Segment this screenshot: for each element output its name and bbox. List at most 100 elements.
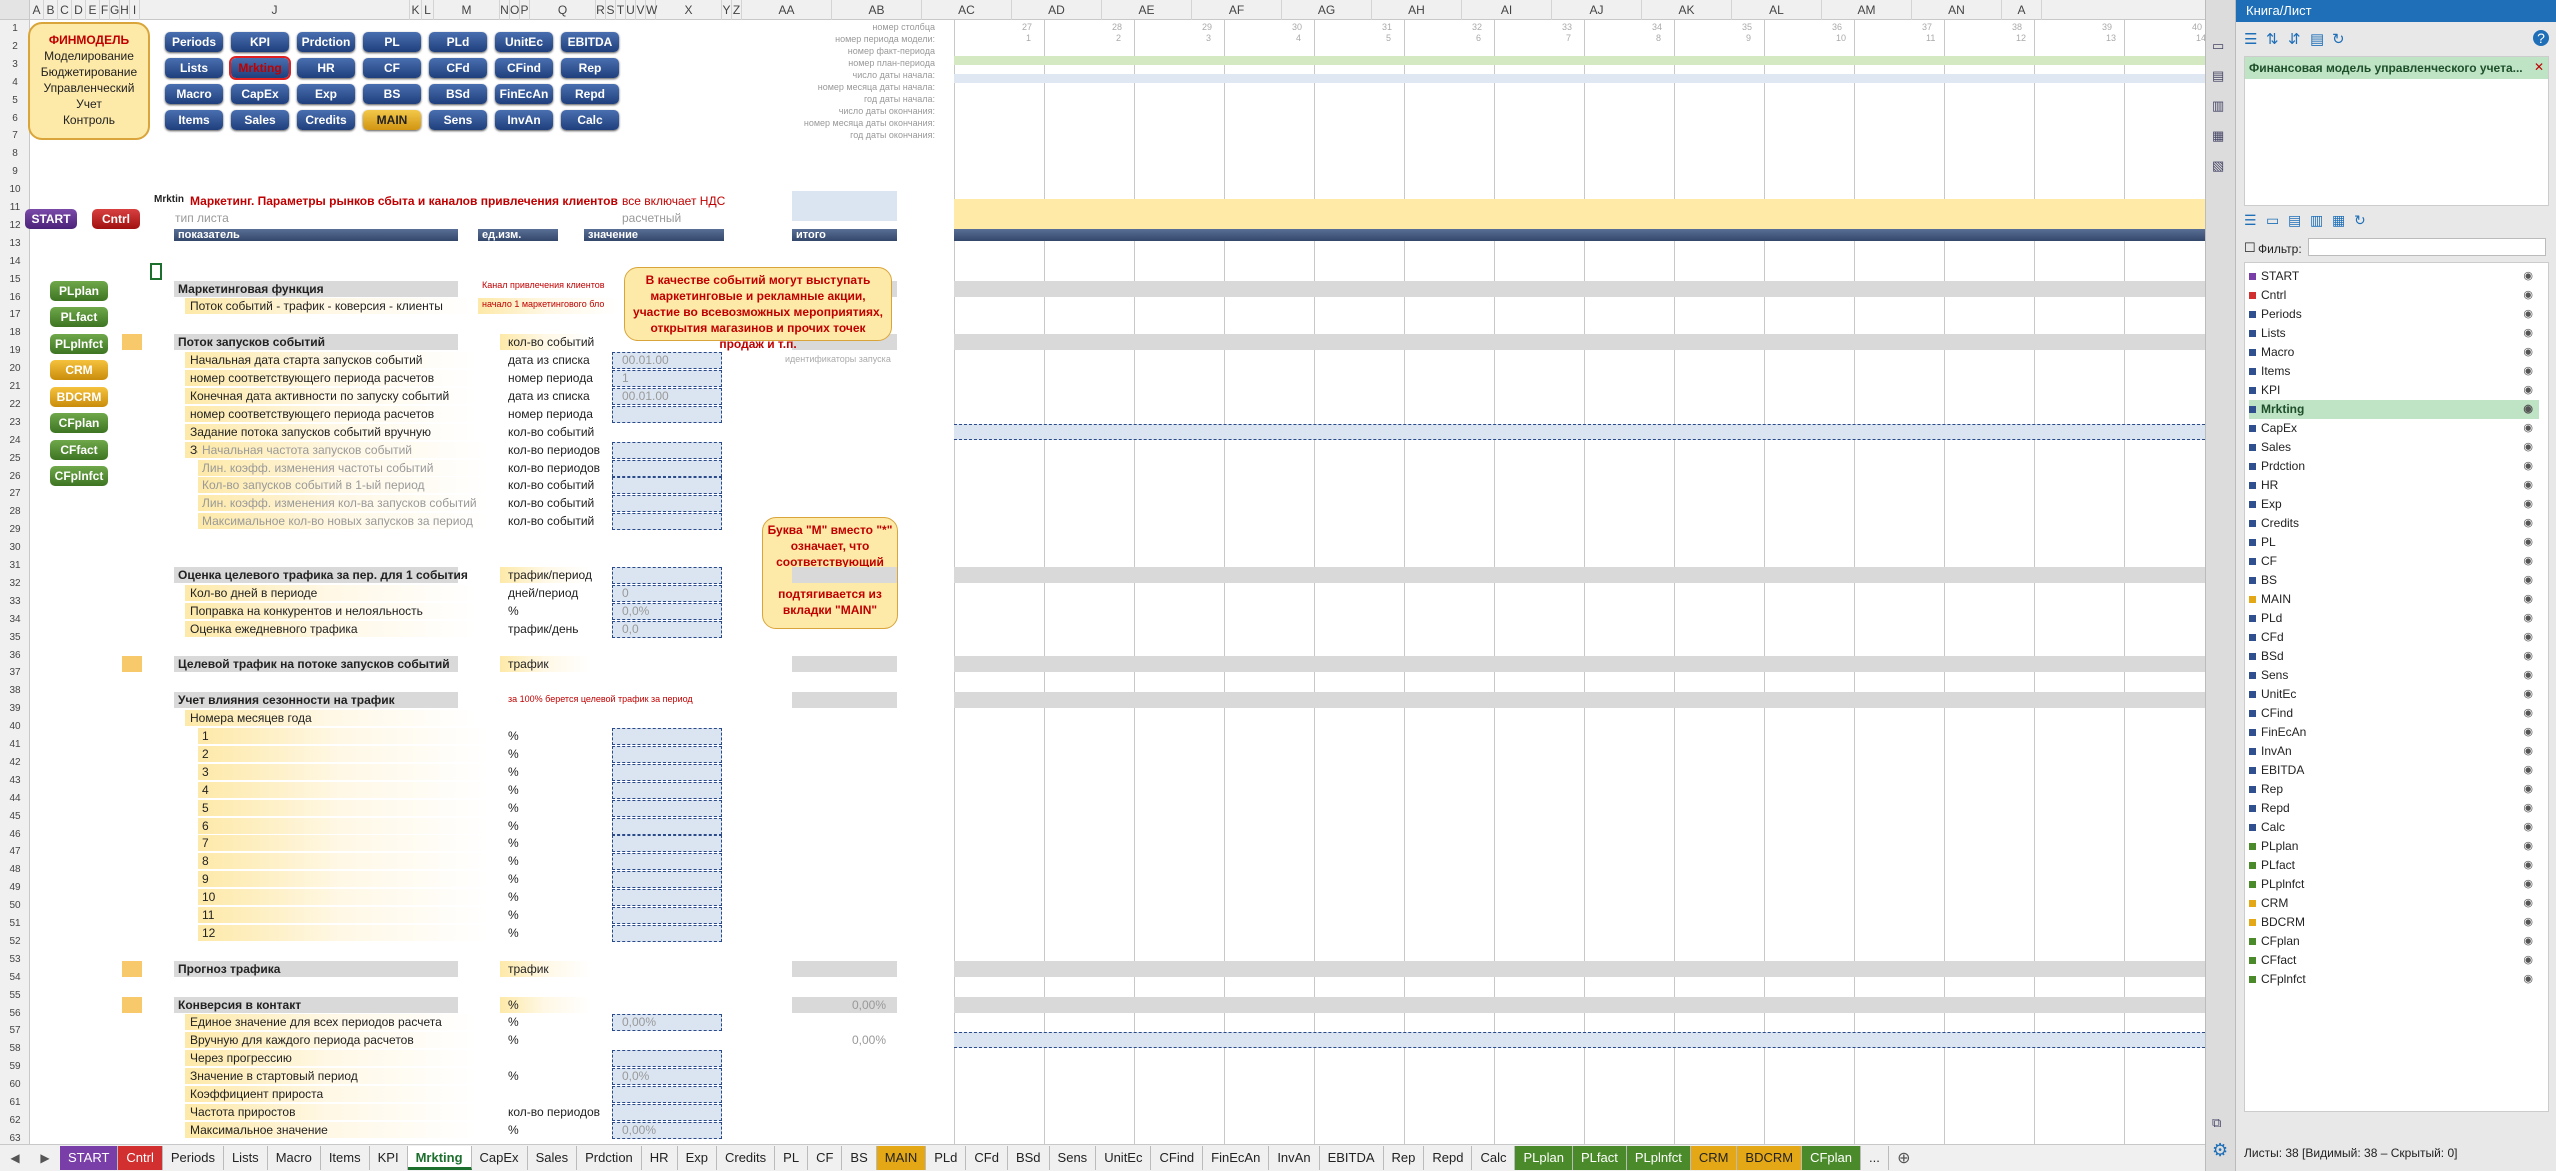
eye-icon[interactable]: ◉ [2523,932,2533,951]
sheet-list-item[interactable]: BS ◉ [2249,571,2539,590]
tab-scroll-right-icon[interactable]: ▶ [30,1151,60,1165]
eye-icon[interactable]: ◉ [2523,913,2533,932]
column-header[interactable]: M [434,0,500,20]
row-header[interactable]: 49 [0,879,30,897]
column-header[interactable]: B [44,0,58,20]
column-header[interactable]: AD [1012,0,1102,20]
tab-scroll-left-icon[interactable]: ◀ [0,1151,30,1165]
row-header[interactable]: 18 [0,324,30,342]
season-input[interactable] [612,835,722,853]
eye-icon[interactable]: ◉ [2523,514,2533,533]
eye-icon[interactable]: ◉ [2523,742,2533,761]
column-header[interactable]: E [86,0,100,20]
row-header[interactable]: 31 [0,557,30,575]
row-header[interactable]: 36 [0,647,30,665]
tab-repd[interactable]: Repd [1424,1146,1473,1170]
column-header[interactable]: Y [722,0,732,20]
sheet-list-item[interactable]: PLfact ◉ [2249,856,2539,875]
column-header[interactable]: V [636,0,646,20]
book-item[interactable]: Финансовая модель управленческого учета.… [2245,57,2548,79]
nav-button-hr[interactable]: HR [297,58,355,78]
book-close-icon[interactable]: ✕ [2534,60,2544,74]
row-header[interactable]: 28 [0,503,30,521]
sheet-list-item[interactable]: Sens ◉ [2249,666,2539,685]
row-header[interactable]: 62 [0,1112,30,1130]
column-header[interactable]: AA [742,0,832,20]
tab-unitec[interactable]: UnitEc [1096,1146,1152,1170]
sheet-list-item[interactable]: MAIN ◉ [2249,590,2539,609]
sheet-list-item[interactable]: PL ◉ [2249,533,2539,552]
row-header[interactable]: 30 [0,539,30,557]
row-header[interactable]: 35 [0,629,30,647]
column-header[interactable]: D [72,0,86,20]
eye-icon[interactable]: ◉ [2523,533,2533,552]
sheet-list-item[interactable]: InvAn ◉ [2249,742,2539,761]
nav-button-unitec[interactable]: UnitEc [495,32,553,52]
tab-kpi[interactable]: KPI [370,1146,408,1170]
sheet-toolbar-icon[interactable]: ☰ [2244,212,2257,229]
panel-tool-icon[interactable]: ▭ [2212,38,2230,54]
tab-capex[interactable]: CapEx [472,1146,528,1170]
nav-button-rep[interactable]: Rep [561,58,619,78]
row-header[interactable]: 33 [0,593,30,611]
row-header[interactable]: 46 [0,826,30,844]
tab-items[interactable]: Items [321,1146,370,1170]
row-header[interactable]: 47 [0,843,30,861]
tab-pld[interactable]: PLd [926,1146,967,1170]
row-header[interactable]: 45 [0,808,30,826]
column-header[interactable]: AH [1372,0,1462,20]
sheet-list-item[interactable]: Lists ◉ [2249,324,2539,343]
row-header[interactable]: 53 [0,951,30,969]
column-header[interactable]: AG [1282,0,1372,20]
prog-input[interactable] [612,513,722,531]
conv-input[interactable] [612,1050,722,1068]
panel-tool-icon[interactable]: ▧ [2212,158,2230,174]
tab-sens[interactable]: Sens [1050,1146,1097,1170]
start-button[interactable]: START [25,208,77,229]
row-header[interactable]: 9 [0,163,30,181]
nav-button-prdction[interactable]: Prdction [297,32,355,52]
eye-icon[interactable]: ◉ [2523,324,2533,343]
tab-periods[interactable]: Periods [163,1146,224,1170]
sheet-list-item[interactable]: PLplan ◉ [2249,837,2539,856]
sheet-list-item[interactable]: Repd ◉ [2249,799,2539,818]
eye-icon[interactable]: ◉ [2523,457,2533,476]
nav-button-repd[interactable]: Repd [561,84,619,104]
eye-icon[interactable]: ◉ [2523,381,2533,400]
column-header[interactable]: AE [1102,0,1192,20]
filter-input[interactable] [2308,238,2546,256]
sheet-list-item[interactable]: Items ◉ [2249,362,2539,381]
season-input[interactable] [612,763,722,781]
eye-icon[interactable]: ◉ [2523,799,2533,818]
eye-icon[interactable]: ◉ [2523,438,2533,457]
eye-icon[interactable]: ◉ [2523,343,2533,362]
column-header[interactable]: T [616,0,626,20]
nav-button-mrkting[interactable]: Mrkting [231,58,289,78]
tab-plfact[interactable]: PLfact [1572,1146,1627,1170]
nav-button-cfind[interactable]: CFind [495,58,553,78]
eye-icon[interactable]: ◉ [2523,571,2533,590]
season-input[interactable] [612,907,722,924]
row-header[interactable]: 34 [0,611,30,629]
sheet-list-item[interactable]: CFplnfct ◉ [2249,970,2539,989]
add-sheet-icon[interactable]: ⊕ [1889,1148,1919,1168]
row-header[interactable]: 39 [0,700,30,718]
sheet-list-item[interactable]: BDCRM ◉ [2249,913,2539,932]
eye-icon[interactable]: ◉ [2523,590,2533,609]
season-input[interactable] [612,889,722,907]
row-header[interactable]: 40 [0,718,30,736]
season-input[interactable] [612,745,722,763]
tab-cfind[interactable]: CFind [1151,1146,1204,1170]
column-header[interactable]: AL [1732,0,1822,20]
row-header[interactable]: 23 [0,414,30,432]
tab-pl[interactable]: PL [775,1146,809,1170]
toolbar-icon[interactable]: ⇅ [2266,30,2279,48]
nav-button-cf[interactable]: CF [363,58,421,78]
tab-prdction[interactable]: Prdction [577,1146,642,1170]
sheet-list-item[interactable]: Prdction ◉ [2249,457,2539,476]
column-header[interactable]: A [30,0,44,20]
sheet-cells[interactable]: ФИНМОДЕЛЬ Моделирование Бюджетирование Упра… [25,20,2205,1144]
season-input[interactable] [612,799,722,817]
row-header[interactable]: 42 [0,754,30,772]
row-header[interactable]: 7 [0,127,30,145]
